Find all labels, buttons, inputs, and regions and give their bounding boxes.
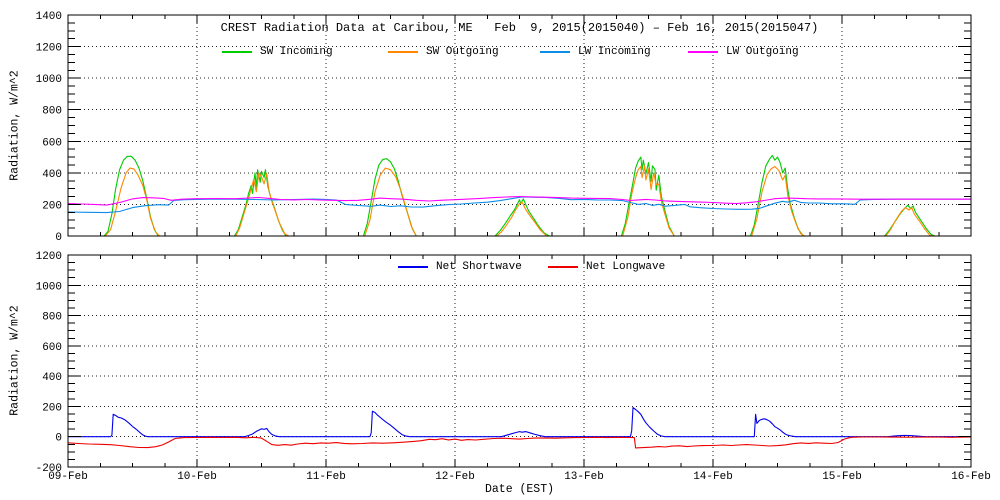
y-tick-label: 1200 xyxy=(36,43,62,55)
legend-label: LW Incoming xyxy=(578,46,651,58)
y-tick-label: 400 xyxy=(42,169,62,181)
y-tick-label: 0 xyxy=(55,433,62,445)
plot-frame xyxy=(67,14,972,237)
bottom-y-axis-label: Radiation, W/m^2 xyxy=(8,305,22,416)
x-tick-label: 13-Feb xyxy=(564,471,604,483)
plot-frame xyxy=(67,254,972,468)
legend-line-swatch xyxy=(548,266,578,268)
legend-line-swatch xyxy=(688,51,718,53)
legend-item: Net Longwave xyxy=(548,261,665,273)
legend-line-swatch xyxy=(398,266,428,268)
y-tick-label: 400 xyxy=(42,372,62,384)
axis-ticks xyxy=(67,254,972,468)
legend-item: Net Shortwave xyxy=(398,261,522,273)
y-tick-label: 600 xyxy=(42,342,62,354)
top-y-axis-label: Radiation, W/m^2 xyxy=(8,70,22,181)
x-tick-label: 09-Feb xyxy=(48,471,88,483)
x-tick-label: 10-Feb xyxy=(177,471,217,483)
chart-title: CREST Radiation Data at Caribou, ME Feb … xyxy=(220,21,819,35)
legend-label: Net Longwave xyxy=(586,261,666,273)
y-tick-label: 800 xyxy=(42,312,62,324)
legend-label: LW Outgoing xyxy=(726,46,799,58)
x-tick-label: 16-Feb xyxy=(951,471,991,483)
legend-item: LW Incoming xyxy=(540,46,651,58)
y-tick-label: 1000 xyxy=(36,281,62,293)
legend-label: SW Incoming xyxy=(260,46,333,58)
y-tick-label: 1000 xyxy=(36,74,62,86)
y-tick-label: 0 xyxy=(55,232,62,244)
axis-ticks xyxy=(67,14,972,237)
x-tick-label: 14-Feb xyxy=(693,471,733,483)
y-tick-label: 1200 xyxy=(36,251,62,263)
legend-item: SW Incoming xyxy=(222,46,333,58)
y-tick-label: 1400 xyxy=(36,11,62,23)
charts-svg: 0200400600800100012001400-20002004006008… xyxy=(36,11,991,483)
x-tick-label: 15-Feb xyxy=(822,471,862,483)
y-tick-label: 800 xyxy=(42,106,62,118)
legend-label: SW Outgoing xyxy=(426,46,499,58)
x-axis-label: Date (EST) xyxy=(484,483,554,496)
series-net-shortwave xyxy=(68,407,971,438)
x-tick-label: 11-Feb xyxy=(306,471,346,483)
legend-line-swatch xyxy=(388,51,418,53)
legend-item: LW Outgoing xyxy=(688,46,799,58)
series-sw-incoming xyxy=(68,154,971,236)
legend-label: Net Shortwave xyxy=(436,261,522,273)
y-tick-label: 200 xyxy=(42,402,62,414)
series-net-longwave xyxy=(68,436,971,449)
x-tick-label: 12-Feb xyxy=(435,471,475,483)
radiation-figure: 0 200 400 600 800 1000 1200 1400 -200 0 200 400 600 8… xyxy=(0,0,1000,500)
legend-line-swatch xyxy=(540,51,570,53)
y-tick-label: 600 xyxy=(42,137,62,149)
y-tick-label: 200 xyxy=(42,200,62,212)
legend-line-swatch xyxy=(222,51,252,53)
legend-item: SW Outgoing xyxy=(388,46,499,58)
